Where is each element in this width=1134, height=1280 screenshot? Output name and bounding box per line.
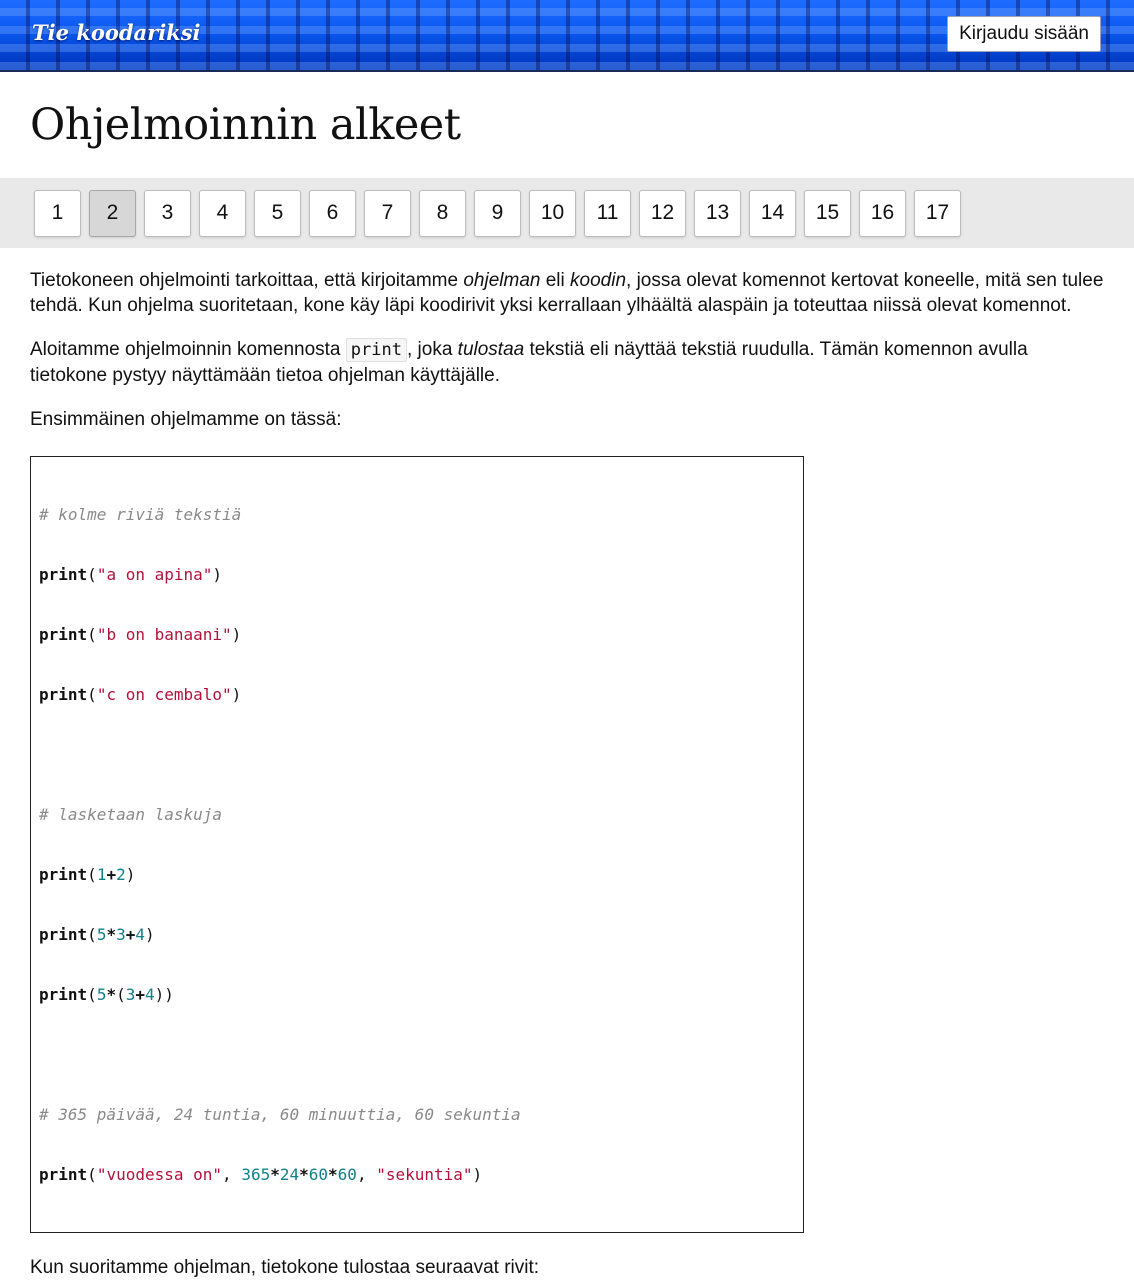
site-title[interactable]: Tie koodariksi	[32, 20, 201, 45]
code-line: print(1+2)	[39, 865, 136, 884]
login-button[interactable]: Kirjaudu sisään	[947, 16, 1101, 52]
code-line: # lasketaan laskuja	[39, 805, 795, 825]
code-comment: # lasketaan laskuja	[39, 805, 223, 824]
code-number: 4	[145, 985, 155, 1004]
code-string: "a on apina"	[96, 565, 213, 584]
code-string: "b on banaani"	[96, 625, 232, 644]
code-keyword: print	[39, 985, 88, 1004]
code-number: 4	[135, 925, 146, 944]
print-paragraph: Aloitamme ohjelmoinnin komennosta print,…	[30, 337, 1104, 388]
page-navigation: 1 2 3 4 5 6 7 8 9 10 11 12 13 14 15 16 17	[0, 178, 1134, 248]
code-number: 5	[96, 985, 107, 1004]
code-number: 24	[279, 1165, 300, 1184]
code-line: print("c on cembalo")	[39, 685, 242, 704]
code-string: "sekuntia"	[376, 1165, 473, 1184]
code-string: "c on cembalo"	[96, 685, 232, 704]
page-button-3[interactable]: 3	[144, 189, 191, 237]
code-line: print(5*(3+4))	[39, 985, 174, 1004]
page-button-6[interactable]: 6	[309, 189, 356, 237]
code-line: print("vuodessa on", 365*24*60*60, "seku…	[39, 1165, 483, 1184]
page-button-13[interactable]: 13	[694, 189, 741, 237]
code-keyword: print	[39, 625, 88, 644]
code-comment: # 365 päivää, 24 tuntia, 60 minuuttia, 6…	[39, 1105, 521, 1124]
code-keyword: print	[39, 925, 88, 944]
site-header: Tie koodariksi Kirjaudu sisään	[0, 0, 1134, 72]
page-button-1[interactable]: 1	[34, 189, 81, 237]
page-button-7[interactable]: 7	[364, 189, 411, 237]
page-button-15[interactable]: 15	[804, 189, 851, 237]
code-line: print("a on apina")	[39, 565, 223, 584]
code-number: 60	[337, 1165, 357, 1184]
code-keyword: print	[39, 685, 88, 704]
page-button-17[interactable]: 17	[914, 189, 961, 237]
code-keyword: print	[39, 1165, 88, 1184]
page-button-2[interactable]: 2	[89, 189, 136, 237]
term-tulostaa: tulostaa	[457, 339, 525, 360]
page-button-11[interactable]: 11	[584, 189, 631, 237]
code-number: 2	[116, 865, 126, 884]
first-program-label: Ensimmäinen ohjelmamme on tässä:	[30, 409, 342, 430]
code-comment: # kolme riviä tekstiä	[39, 505, 242, 524]
print-text-1: Aloitamme ohjelmoinnin komennosta	[30, 339, 346, 360]
code-line: # kolme riviä tekstiä	[39, 505, 795, 525]
code-line: # 365 päivää, 24 tuntia, 60 minuuttia, 6…	[39, 1105, 795, 1125]
code-number: 5	[96, 925, 107, 944]
code-number: 3	[116, 925, 126, 944]
page-button-10[interactable]: 10	[529, 189, 576, 237]
print-text-2: , joka	[406, 339, 458, 360]
code-block: # kolme riviä tekstiä print("a on apina"…	[30, 456, 804, 1233]
page-button-12[interactable]: 12	[639, 189, 686, 237]
code-number: 1	[96, 865, 107, 884]
page-button-5[interactable]: 5	[254, 189, 301, 237]
page-button-8[interactable]: 8	[419, 189, 466, 237]
page-button-16[interactable]: 16	[859, 189, 906, 237]
intro-paragraph: Tietokoneen ohjelmointi tarkoittaa, että…	[30, 268, 1104, 318]
intro-text-2: eli	[540, 270, 571, 291]
code-string: "vuodessa on"	[96, 1165, 223, 1184]
print-code-inline: print	[345, 338, 407, 362]
page-title: Ohjelmoinnin alkeet	[30, 100, 461, 150]
code-line: print(5*3+4)	[39, 925, 155, 944]
page-button-9[interactable]: 9	[474, 189, 521, 237]
code-number: 3	[125, 985, 136, 1004]
code-keyword: print	[39, 565, 88, 584]
page-button-14[interactable]: 14	[749, 189, 796, 237]
page-button-4[interactable]: 4	[199, 189, 246, 237]
output-intro-paragraph: Kun suoritamme ohjelman, tietokone tulos…	[30, 1257, 540, 1278]
term-koodin: koodin	[570, 270, 627, 291]
code-number: 365	[241, 1165, 271, 1184]
term-ohjelman: ohjelman	[463, 270, 541, 291]
code-keyword: print	[39, 865, 88, 884]
code-number: 60	[308, 1165, 329, 1184]
lesson-content: Tietokoneen ohjelmointi tarkoittaa, että…	[0, 248, 1134, 1280]
code-line: print("b on banaani")	[39, 625, 242, 644]
intro-text-1: Tietokoneen ohjelmointi tarkoittaa, että…	[30, 270, 464, 291]
